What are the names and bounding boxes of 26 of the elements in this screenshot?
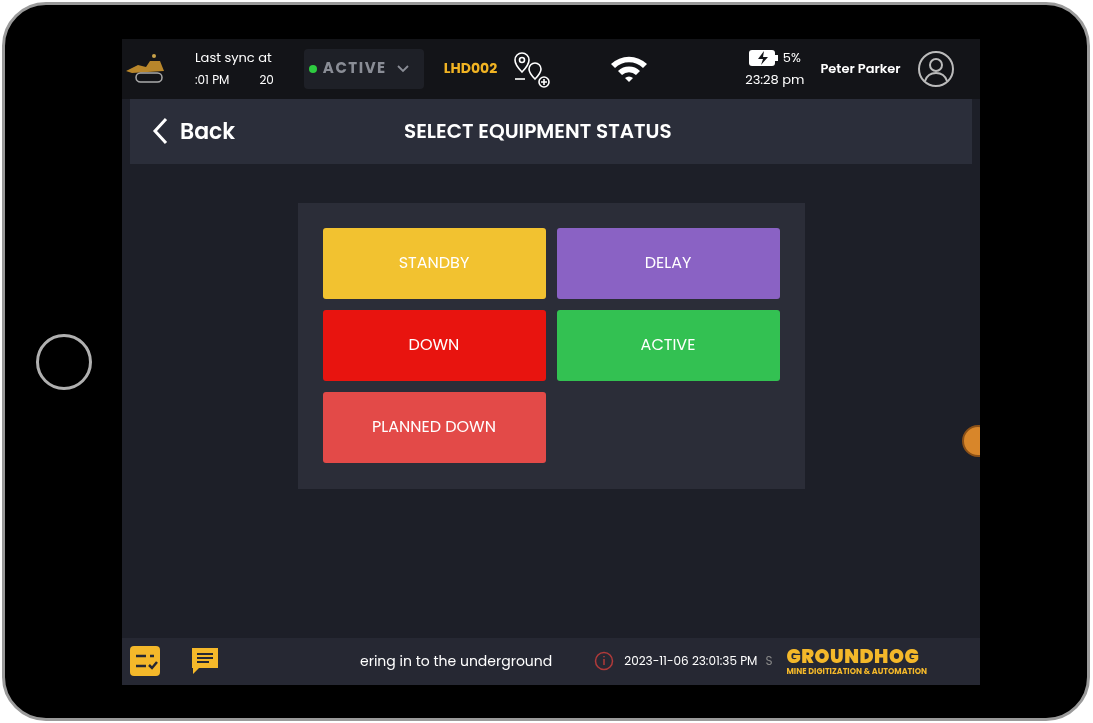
equipment-id: LHD002 [443,58,498,79]
page-title: SELECT EQUIPMENT STATUS [404,116,672,146]
brand-logo: GROUNDHOG [786,646,920,666]
status-dropdown[interactable]: ACTIVE [303,48,424,89]
checklist-icon[interactable] [130,646,160,676]
timestamp: 2023-11-06 23:01:35 PM [624,652,758,670]
sync-time: :01 PM [195,69,230,90]
chevron-down-icon [396,64,409,73]
chat-message-icon[interactable] [190,646,220,676]
sync-date: 20 [259,69,274,90]
battery-charging-icon [748,48,779,67]
status-option-button[interactable]: DOWN [322,309,546,381]
user-avatar-icon[interactable] [916,49,955,88]
timestamp-tail: S [765,652,773,670]
info-icon [594,651,615,671]
chevron-left-icon [152,117,168,145]
back-button[interactable]: Back [152,114,236,148]
ticker-message: ering in to the underground [360,650,553,672]
clock-time: 23:28 pm [745,68,805,91]
battery-percent: 5% [782,46,801,69]
user-name: Peter Parker [820,58,901,79]
sync-label: Last sync at [195,46,273,69]
brand-tagline: MINE DIGITIZATION & AUTOMATION [786,667,927,676]
status-option-button[interactable]: ACTIVE [556,309,780,381]
status-option-button[interactable]: DELAY [556,227,780,299]
status-option-button[interactable]: PLANNED DOWN [322,391,546,463]
